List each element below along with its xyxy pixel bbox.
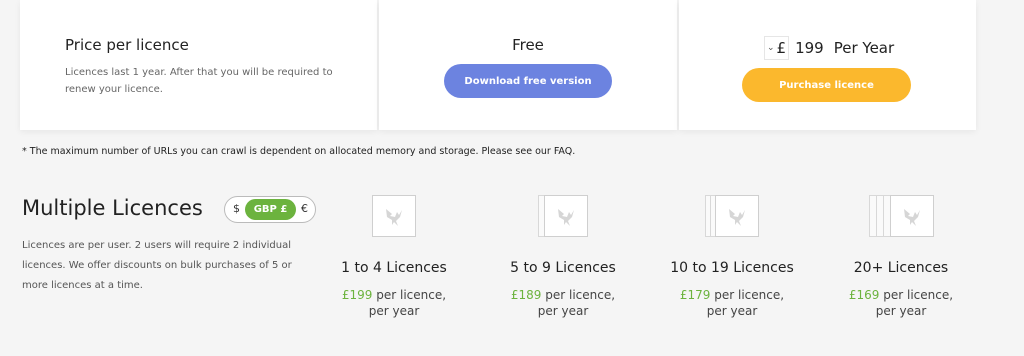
frog-logo-icon: [889, 195, 934, 237]
price-amount: 199: [795, 39, 824, 57]
frog-logo-icon: [544, 195, 588, 237]
licence-stack-icon: [538, 190, 588, 240]
tier-price: £169 per licence, per year: [821, 287, 981, 319]
tier-price-amount: £179: [679, 288, 711, 302]
currency-option-gbp[interactable]: GBP £: [245, 199, 296, 220]
licence-tier: 20+ Licences £169 per licence, per year: [821, 190, 981, 319]
tier-price: £199 per licence, per year: [314, 287, 474, 319]
tier-price-period: per year: [368, 304, 420, 318]
tier-price-period: per year: [706, 304, 758, 318]
multiple-licences-heading: Multiple Licences: [22, 196, 203, 220]
frog-logo-icon: [372, 195, 416, 237]
currency-symbol: £: [776, 39, 787, 57]
currency-option-eur[interactable]: €: [301, 202, 308, 215]
multiple-licences-description: Licences are per user. 2 users will requ…: [22, 240, 292, 291]
tier-price-period: per year: [875, 304, 927, 318]
currency-toggle[interactable]: $ GBP £ €: [224, 196, 316, 223]
licence-duration-text: Licences last 1 year. After that you wil…: [65, 67, 333, 95]
licence-info-card: Price per licence Licences last 1 year. …: [20, 0, 377, 130]
purchase-licence-button[interactable]: Purchase licence: [742, 68, 911, 102]
price-row: ⌄ £ 199 Per Year: [764, 36, 894, 60]
tier-price-amount: £199: [341, 288, 373, 302]
tier-price-suffix: per licence,: [710, 288, 785, 302]
currency-option-usd[interactable]: $: [233, 202, 240, 215]
free-price-label: Free: [512, 36, 544, 54]
licence-tier: 1 to 4 Licences £199 per licence, per year: [314, 190, 474, 319]
tier-label: 10 to 19 Licences: [670, 260, 794, 276]
tier-price-amount: £169: [848, 288, 880, 302]
tier-price-amount: £189: [510, 288, 542, 302]
crawl-limit-footnote: * The maximum number of URLs you can cra…: [22, 146, 576, 157]
frog-logo-icon: [715, 195, 759, 237]
licence-tier: 10 to 19 Licences £179 per licence, per ye…: [652, 190, 812, 319]
tier-price: £179 per licence, per year: [652, 287, 812, 319]
tier-label: 1 to 4 Licences: [341, 260, 447, 276]
chevron-down-icon: ⌄: [767, 43, 775, 53]
licence-tier: 5 to 9 Licences £189 per licence, per year: [483, 190, 643, 319]
tier-price-period: per year: [537, 304, 589, 318]
price-per-licence-title: Price per licence: [65, 36, 189, 54]
tier-label: 5 to 9 Licences: [510, 260, 616, 276]
licence-stack-icon: [705, 190, 759, 240]
paid-licence-card: ⌄ £ 199 Per Year Purchase licence: [679, 0, 976, 130]
download-free-button[interactable]: Download free version: [444, 64, 612, 98]
tier-price-suffix: per licence,: [879, 288, 954, 302]
currency-select[interactable]: ⌄ £: [764, 36, 790, 60]
licence-stack-icon: [868, 190, 934, 240]
tier-label: 20+ Licences: [853, 260, 949, 276]
tier-price: £189 per licence, per year: [483, 287, 643, 319]
licence-stack-icon: [372, 190, 416, 240]
tier-price-suffix: per licence,: [372, 288, 447, 302]
tier-price-suffix: per licence,: [541, 288, 616, 302]
price-period: Per Year: [833, 39, 895, 57]
free-version-card: Free Download free version: [379, 0, 677, 130]
